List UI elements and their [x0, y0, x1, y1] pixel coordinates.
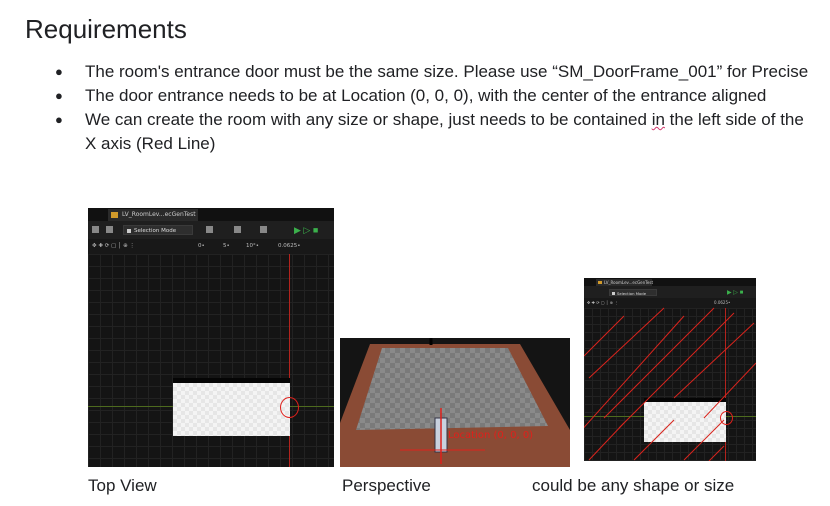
snap-angle-value: 10°• [246, 243, 259, 249]
transform-icons: ✥ ✚ ⟳ ▢ │ ⊕ ⋮ [92, 243, 135, 249]
select-icon [127, 229, 131, 233]
any-shape-screenshot: LV_RoomLev...ecGenTest Selection Mode ▶ … [584, 278, 756, 461]
any-shape-hatching [584, 307, 756, 461]
hatch-line [588, 422, 625, 461]
snap-rotation-value: 0• [198, 243, 205, 249]
room-top-view [173, 378, 290, 436]
hatch-line [584, 315, 685, 429]
requirement-item: The door entrance needs to be at Locatio… [55, 84, 815, 108]
content-icon [106, 226, 113, 233]
save-icon [92, 226, 99, 233]
requirement-item: The room's entrance door must be the sam… [55, 60, 815, 84]
caption-perspective: Perspective [342, 476, 431, 495]
requirement-text: The room's entrance door must be the sam… [85, 62, 809, 81]
editor-tab-bar: LV_RoomLev...ecGenTest [88, 208, 334, 221]
location-overlay-label: Location (0, 0, 0) [448, 430, 534, 441]
level-tab-label: LV_RoomLev...ecGenTest [122, 211, 196, 218]
selection-mode-dropdown: Selection Mode [123, 225, 193, 235]
caption-any-shape: could be any shape or size [532, 476, 735, 495]
hatch-line [708, 445, 725, 461]
perspective-screenshot: Location (0, 0, 0) [340, 338, 570, 467]
caption-top-view: Top View [88, 476, 157, 495]
perspective-scene [340, 338, 570, 467]
cinematics-icon [260, 226, 267, 233]
requirement-text: The door entrance needs to be at Locatio… [85, 86, 767, 105]
page-title: Requirements [25, 14, 187, 44]
snap-grid-value: 5• [223, 243, 230, 249]
selection-mode-label: Selection Mode [134, 228, 177, 234]
door-highlight-circle [280, 397, 299, 418]
add-icon [206, 226, 213, 233]
requirement-item: We can create the room with any size or … [55, 108, 815, 156]
requirement-text-before: We can create the room with any size or … [85, 110, 652, 129]
hatch-line [603, 307, 715, 419]
blueprint-icon [234, 226, 241, 233]
hatch-line [588, 307, 665, 379]
viewport-toolbar: ✥ ✚ ⟳ ▢ │ ⊕ ⋮ 0• 5• 10°• 0.0625• [88, 239, 334, 254]
snap-scale-value: 0.0625• [278, 243, 301, 249]
level-tab: LV_RoomLev...ecGenTest [108, 209, 198, 221]
hatch-line [633, 419, 675, 461]
viewport-top-edge [340, 338, 570, 344]
level-icon [111, 212, 118, 218]
requirements-list: The room's entrance door must be the sam… [55, 60, 815, 156]
editor-toolbar: Selection Mode ▶ ▷ ■ [88, 221, 334, 239]
top-view-screenshot: LV_RoomLev...ecGenTest Selection Mode ▶ … [88, 208, 334, 467]
hatch-line [703, 362, 756, 419]
hatch-line [584, 315, 625, 357]
spellcheck-word: in [651, 110, 665, 129]
play-icon: ▶ ▷ ■ [294, 225, 319, 235]
hatch-line [683, 419, 725, 461]
hatch-line [618, 312, 735, 429]
